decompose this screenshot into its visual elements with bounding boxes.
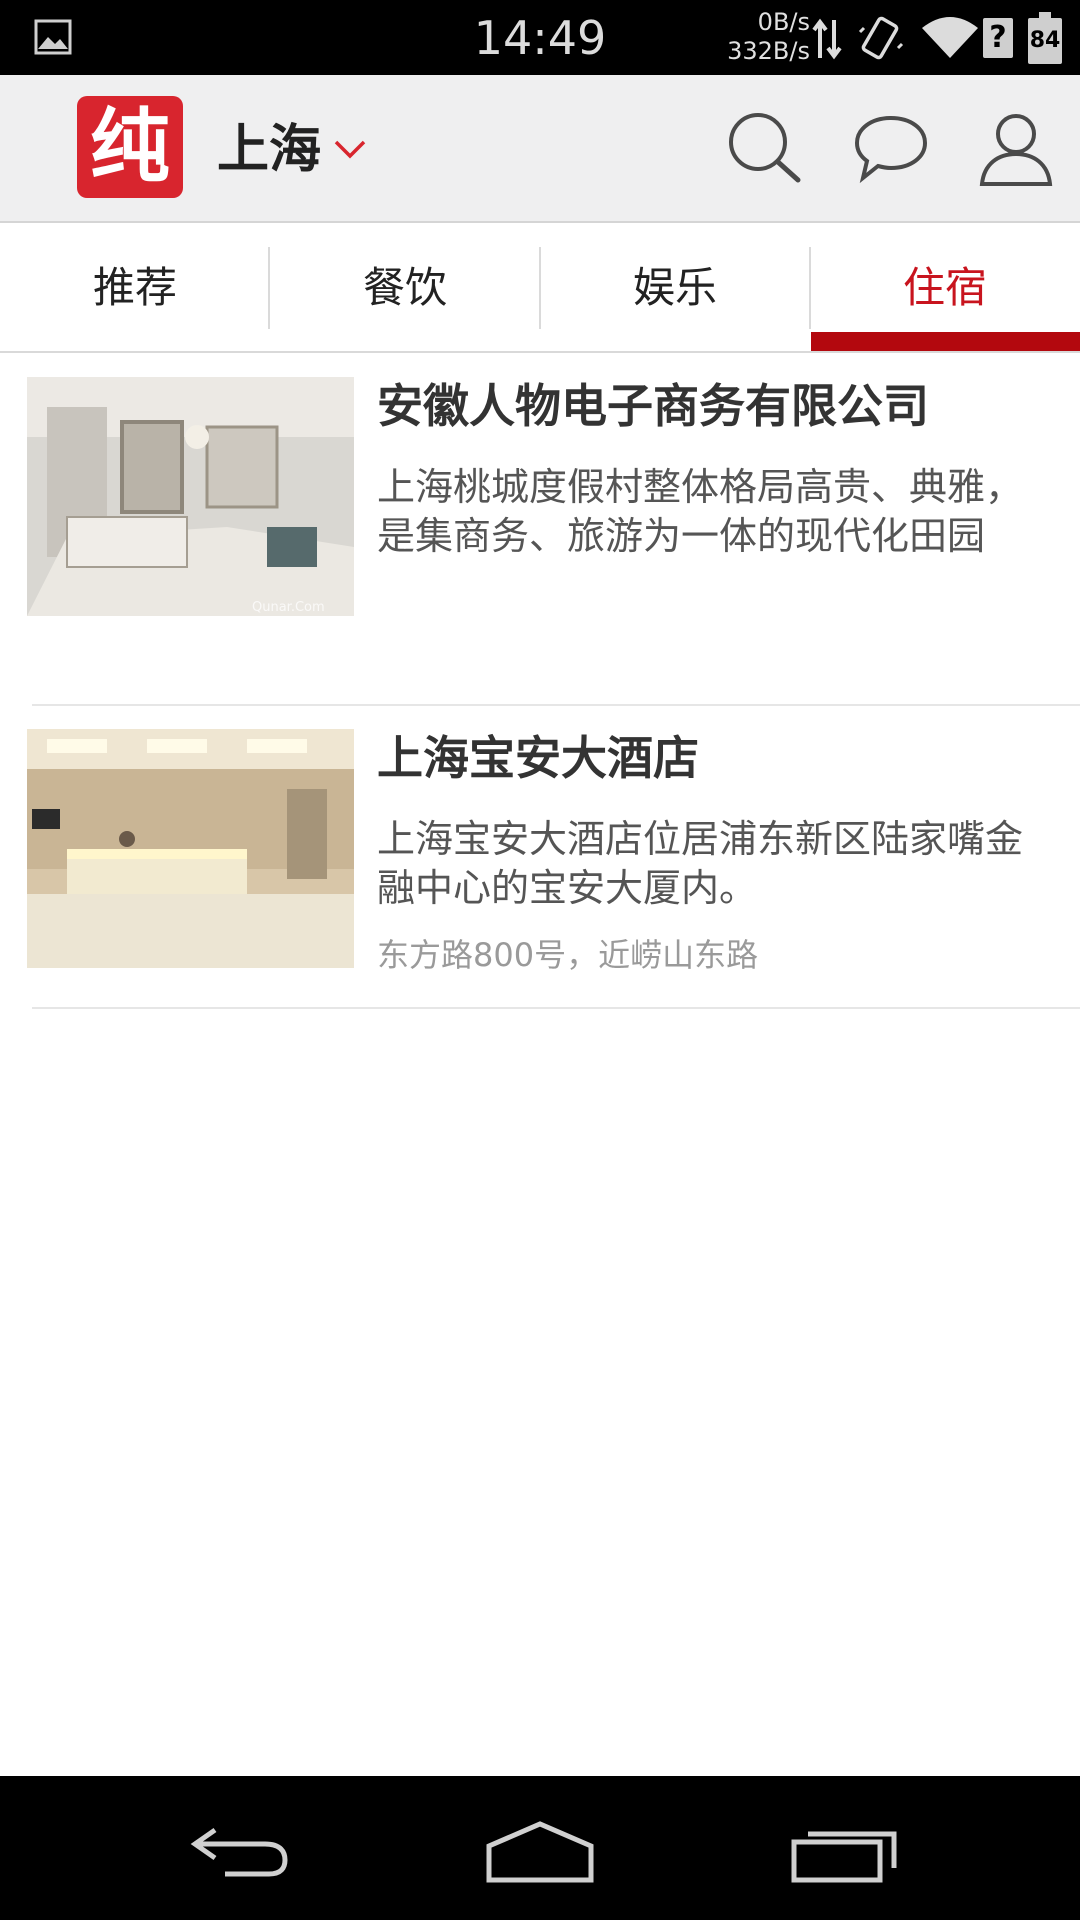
category-tabs: 推荐 餐饮 娱乐 住宿 — [0, 225, 1080, 353]
listing-title: 上海宝安大酒店 — [377, 731, 699, 785]
list-item[interactable]: Qunar.Com 安徽人物电子商务有限公司 上海桃城度假村整体格局高贵、典雅，… — [0, 377, 1080, 705]
app-logo[interactable]: 纯 — [77, 96, 183, 198]
battery-level: 84 — [1028, 18, 1062, 64]
list-divider — [32, 704, 1080, 706]
city-selector[interactable]: 上海 — [217, 115, 321, 185]
logo-text: 纯 — [90, 100, 170, 193]
tab-entertainment[interactable]: 娱乐 — [540, 225, 810, 351]
back-icon[interactable] — [185, 1816, 295, 1886]
vibrate-icon — [858, 16, 904, 60]
wifi-icon — [922, 17, 978, 58]
gallery-icon — [34, 19, 72, 55]
home-icon[interactable] — [485, 1816, 595, 1886]
list-item[interactable]: 上海宝安大酒店 上海宝安大酒店位居浦东新区陆家嘴金融中心的宝安大厦内。 东方路8… — [0, 729, 1080, 1007]
network-speed: 0B/s 332B/s — [700, 8, 810, 66]
listing-description: 上海桃城度假村整体格局高贵、典雅，是集商务、旅游为一体的现代化田园 — [377, 465, 1024, 558]
listing-address: 东方路800号，近崂山东路 — [377, 936, 759, 974]
app-header: 纯 上海 — [0, 75, 1080, 223]
image-watermark: Qunar.Com — [252, 600, 325, 615]
status-bar: 14:49 0B/s 332B/s ? 84 — [0, 0, 1080, 75]
system-nav-bar — [0, 1776, 1080, 1920]
net-down-speed: 0B/s — [757, 8, 810, 36]
listing-description: 上海宝安大酒店位居浦东新区陆家嘴金融中心的宝安大厦内。 — [377, 817, 1024, 910]
data-arrows-icon — [812, 18, 842, 60]
tab-dining[interactable]: 餐饮 — [270, 225, 540, 351]
search-icon[interactable] — [726, 110, 802, 186]
battery-icon: 84 — [1028, 12, 1062, 64]
tab-recommend[interactable]: 推荐 — [0, 225, 270, 351]
question-icon: ? — [983, 18, 1013, 58]
user-icon[interactable] — [978, 110, 1054, 186]
list-divider — [32, 1007, 1080, 1009]
listing-thumbnail — [27, 729, 354, 968]
net-up-speed: 332B/s — [727, 37, 810, 65]
chat-icon[interactable] — [853, 110, 929, 186]
clock: 14:49 — [473, 11, 607, 65]
listing-title: 安徽人物电子商务有限公司 — [377, 379, 929, 433]
recent-apps-icon[interactable] — [790, 1816, 900, 1886]
screen: 14:49 0B/s 332B/s ? 84 纯 上海 推荐 餐饮 娱乐 住宿 … — [0, 0, 1080, 1920]
chevron-down-icon[interactable] — [333, 138, 367, 160]
listing-thumbnail: Qunar.Com — [27, 377, 354, 616]
active-tab-indicator — [811, 332, 1080, 351]
